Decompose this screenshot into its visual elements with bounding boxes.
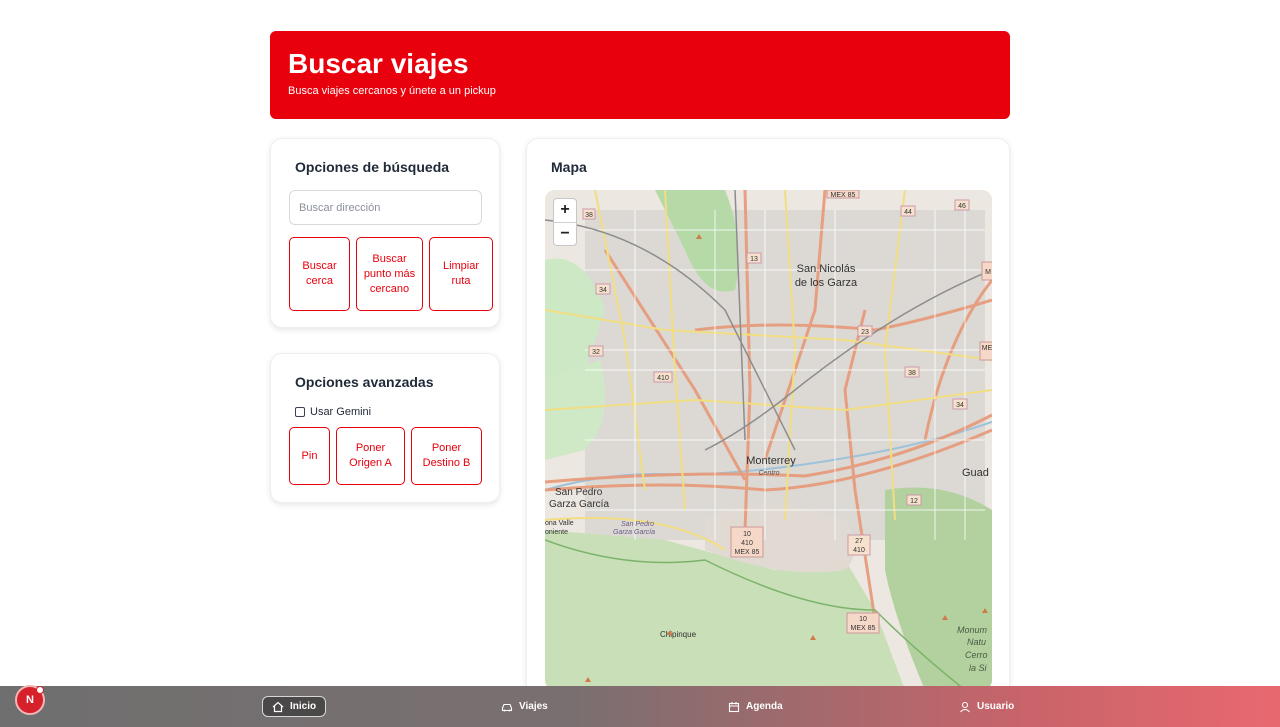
shield-34-east: 34 xyxy=(956,402,964,409)
label-monumento-1: Monum xyxy=(957,625,988,635)
nav-label-viajes: Viajes xyxy=(519,701,548,712)
shield-32: 32 xyxy=(592,349,600,356)
label-monumento-2: Natu xyxy=(967,637,986,647)
nav-item-agenda[interactable]: Agenda xyxy=(719,696,792,717)
use-gemini-checkbox[interactable] xyxy=(295,407,305,417)
shield-38-east: 38 xyxy=(908,370,916,377)
label-san-pedro-small-1: San Pedro xyxy=(621,521,654,528)
set-origin-button[interactable]: Poner Origen A xyxy=(336,427,405,485)
shield-mex85-south: MEX 85 xyxy=(851,625,876,632)
pin-button[interactable]: Pin xyxy=(289,427,330,485)
page-header: Buscar viajes Busca viajes cercanos y ún… xyxy=(270,31,1010,119)
page: Buscar viajes Busca viajes cercanos y ún… xyxy=(0,0,1280,727)
nav-label-usuario: Usuario xyxy=(977,701,1015,712)
shield-410: 410 xyxy=(657,375,669,382)
nearest-point-button[interactable]: Buscar punto más cercano xyxy=(356,237,423,311)
bottom-nav: Inicio Viajes Agenda Usuario xyxy=(0,686,1280,727)
search-near-button[interactable]: Buscar cerca xyxy=(289,237,350,311)
nav-label-agenda: Agenda xyxy=(746,701,783,712)
advanced-buttons: Pin Poner Origen A Poner Destino B xyxy=(289,427,482,485)
label-centro: Centro xyxy=(758,470,779,477)
shield-46: 46 xyxy=(958,203,966,210)
label-san-pedro-small-2: Garza García xyxy=(613,529,655,536)
set-destination-button[interactable]: Poner Destino B xyxy=(411,427,482,485)
page-subtitle: Busca viajes cercanos y únete a un picku… xyxy=(288,85,496,97)
calendar-icon xyxy=(728,701,740,712)
shield-mex85-center: MEX 85 xyxy=(735,549,760,556)
shield-38: 38 xyxy=(585,212,593,219)
nav-item-viajes[interactable]: Viajes xyxy=(492,696,557,717)
clear-route-button[interactable]: Limpiar ruta xyxy=(429,237,493,311)
map-tiles: MEX 85 38 44 46 13 34 32 410 23 38 34 12… xyxy=(545,190,992,690)
zoom-in-button[interactable]: + xyxy=(554,199,576,222)
label-san-pedro-1: San Pedro xyxy=(555,487,603,498)
nav-label-inicio: Inicio xyxy=(290,701,317,712)
shield-10: 10 xyxy=(743,531,751,538)
label-san-nicolas-1: San Nicolás xyxy=(797,263,856,275)
label-san-pedro-2: Garza García xyxy=(549,499,609,510)
shield-410-center: 410 xyxy=(741,540,753,547)
shield-10-south: 10 xyxy=(859,616,867,623)
use-gemini-label: Usar Gemini xyxy=(310,406,372,418)
use-gemini-option[interactable]: Usar Gemini xyxy=(295,406,371,418)
label-valle-1: ona Valle xyxy=(545,520,574,527)
label-valle-2: oniente xyxy=(545,529,568,536)
shield-410-south: 410 xyxy=(853,547,865,554)
advanced-options-card: Opciones avanzadas Usar Gemini Pin Poner… xyxy=(270,353,500,503)
label-san-nicolas-2: de los Garza xyxy=(795,277,858,289)
map-title: Mapa xyxy=(551,159,587,175)
label-monumento-3: Cerro xyxy=(965,650,988,660)
car-icon xyxy=(501,703,513,711)
shield-me-edge: ME xyxy=(982,345,992,352)
nav-item-usuario[interactable]: Usuario xyxy=(950,696,1023,717)
map-view[interactable]: MEX 85 38 44 46 13 34 32 410 23 38 34 12… xyxy=(545,190,992,690)
zoom-out-button[interactable]: − xyxy=(554,222,576,245)
search-options-title: Opciones de búsqueda xyxy=(295,159,450,175)
label-chipinque: Chipinque xyxy=(660,630,697,639)
address-search-input[interactable] xyxy=(289,190,482,225)
label-monumento-4: la Si xyxy=(969,663,988,673)
shield-27: 27 xyxy=(855,538,863,545)
user-icon xyxy=(960,701,970,712)
page-title: Buscar viajes xyxy=(288,48,469,79)
map-card: Mapa MEX 85 38 44 46 13 34 32 410 23 38 … xyxy=(526,138,1010,698)
search-options-card: Opciones de búsqueda Buscar cerca Buscar… xyxy=(270,138,500,328)
nav-item-inicio[interactable]: Inicio xyxy=(262,696,327,717)
shield-23: 23 xyxy=(861,329,869,336)
notification-dot xyxy=(36,686,44,694)
shield-13: 13 xyxy=(750,256,758,263)
shield-mex85-top: MEX 85 xyxy=(831,192,856,199)
shield-12: 12 xyxy=(910,498,918,505)
shield-34: 34 xyxy=(599,287,607,294)
shield-m-edge: M xyxy=(985,269,991,276)
label-monterrey: Monterrey xyxy=(746,455,796,467)
label-guadalupe: Guad xyxy=(962,467,989,479)
home-icon xyxy=(272,701,284,712)
advanced-options-title: Opciones avanzadas xyxy=(295,374,434,390)
map-zoom-control: + − xyxy=(553,198,577,246)
shield-44: 44 xyxy=(904,209,912,216)
search-buttons: Buscar cerca Buscar punto más cercano Li… xyxy=(289,237,493,311)
